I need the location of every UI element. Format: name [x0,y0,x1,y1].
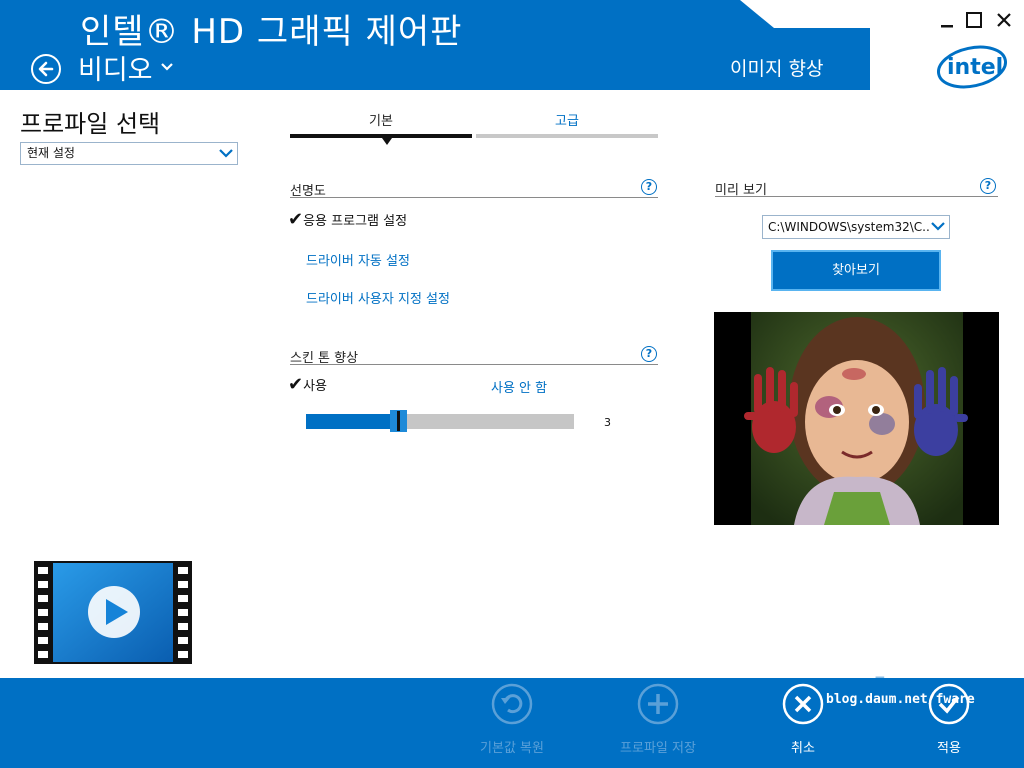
intel-logo: intel [937,45,1007,89]
chevron-down-icon [219,149,233,158]
skin-tone-slider-track[interactable] [396,414,574,429]
skin-tone-slider-fill[interactable] [306,414,396,429]
preview-image [714,312,999,525]
chevron-down-icon[interactable] [160,62,174,72]
tab-basic-indicator [290,134,472,138]
sharpness-option-app-label: 응용 프로그램 설정 [303,214,408,229]
help-icon[interactable]: ? [980,178,996,194]
skin-tone-divider [290,364,658,365]
skin-tone-enable[interactable]: ✔사용 [288,374,327,395]
cancel-x-icon[interactable] [781,682,825,726]
close-icon[interactable] [994,10,1014,30]
video-file-icon [34,561,192,664]
sharpness-option-custom[interactable]: 드라이버 사용자 지정 설정 [306,288,450,307]
preview-file-select[interactable]: C:\WINDOWS\system32\C... [762,215,950,239]
sharpness-option-auto[interactable]: 드라이버 자동 설정 [306,250,410,269]
preview-divider [715,196,998,197]
maximize-icon[interactable] [966,12,982,28]
cancel-label[interactable]: 취소 [743,737,863,756]
profile-heading: 프로파일 선택 [20,110,161,138]
back-arrow-icon [38,61,54,77]
minimize-icon[interactable] [938,10,958,30]
sharpness-divider [290,197,658,198]
skin-tone-enable-label: 사용 [303,379,328,394]
watermark-text: blog.daum.net/fware [826,692,975,707]
preview-file-value: C:\WINDOWS\system32\C... [768,220,934,234]
header-notch-fill [774,0,870,28]
watermark-logo: Fware [874,674,933,694]
profile-select-value: 현재 설정 [27,146,75,160]
chevron-down-icon [931,220,945,232]
skin-tone-slider-value: 3 [604,416,611,429]
undo-icon[interactable] [490,682,534,726]
tab-active-pointer [382,138,392,145]
tab-advanced-indicator [476,134,658,138]
skin-tone-slider-thumb[interactable] [390,410,407,432]
restore-defaults-label: 기본값 복원 [480,741,544,756]
tab-advanced[interactable]: 고급 [476,110,658,129]
apply-label[interactable]: 적용 [889,737,1009,756]
checkmark-icon: ✔ [288,209,304,230]
save-profile-label: 프로파일 저장 [620,741,696,756]
header-notch [740,0,774,28]
plus-icon[interactable] [636,682,680,726]
tab-basic[interactable]: 기본 [290,110,472,129]
app-title: 인텔® HD 그래픽 제어판 [80,12,463,52]
help-icon[interactable]: ? [641,346,657,362]
help-icon[interactable]: ? [641,179,657,195]
section-title[interactable]: 비디오 [78,48,153,87]
page-subtitle: 이미지 향상 [730,58,824,80]
browse-button[interactable]: 찾아보기 [771,250,941,291]
skin-tone-disable[interactable]: 사용 안 함 [491,377,547,396]
checkmark-icon: ✔ [288,374,304,395]
svg-text:intel: intel [947,55,1003,80]
back-button[interactable] [31,54,61,84]
sharpness-option-app[interactable]: ✔응용 프로그램 설정 [288,209,407,230]
profile-select[interactable]: 현재 설정 [20,142,238,165]
